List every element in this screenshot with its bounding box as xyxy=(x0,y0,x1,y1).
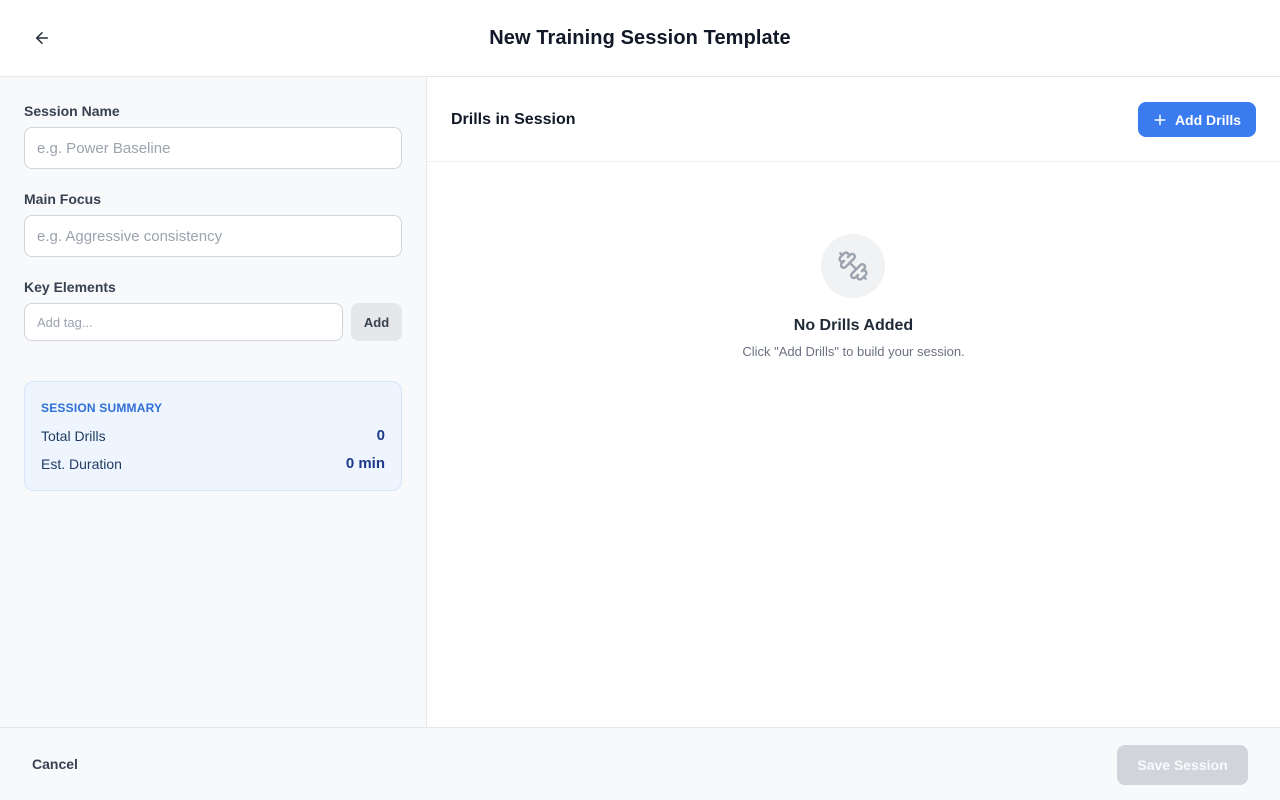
duration-label: Est. Duration xyxy=(41,456,122,472)
total-drills-value: 0 xyxy=(376,427,385,444)
top-header: New Training Session Template xyxy=(0,0,1280,77)
duration-value: 0 min xyxy=(345,455,385,472)
add-tag-button[interactable]: Add xyxy=(351,303,402,341)
summary-title: SESSION SUMMARY xyxy=(41,401,163,415)
cancel-button[interactable]: Cancel xyxy=(32,756,78,772)
drills-section-title: Drills in Session xyxy=(451,111,576,128)
footer-bar: Cancel Save Session xyxy=(0,727,1280,800)
main-focus-input[interactable] xyxy=(24,215,402,257)
session-template-editor: New Training Session Template Session Na… xyxy=(0,0,1280,800)
total-drills-label: Total Drills xyxy=(41,428,106,444)
dumbbell-icon xyxy=(838,251,868,281)
drills-panel-header: Drills in Session Add Drills xyxy=(427,77,1280,162)
add-drills-button[interactable]: Add Drills xyxy=(1138,102,1256,137)
key-elements-label: Key Elements xyxy=(24,279,116,295)
drills-panel: Drills in Session Add Drills No Drills A… xyxy=(427,77,1280,727)
session-details-panel: Session Name Main Focus Key Elements Add… xyxy=(0,77,427,727)
page-title: New Training Session Template xyxy=(489,27,791,49)
save-session-button[interactable]: Save Session xyxy=(1117,745,1248,785)
empty-state-subtitle: Click "Add Drills" to build your session… xyxy=(742,344,965,359)
add-drills-label: Add Drills xyxy=(1174,111,1242,128)
session-name-label: Session Name xyxy=(24,103,120,119)
empty-state-title: No Drills Added xyxy=(793,317,914,334)
tag-input[interactable] xyxy=(24,303,343,341)
plus-icon xyxy=(1154,114,1166,125)
main-focus-label: Main Focus xyxy=(24,191,102,207)
session-summary-card: SESSION SUMMARY Total Drills 0 Est. Dura… xyxy=(24,381,402,491)
empty-state-icon-wrap xyxy=(821,234,885,298)
session-name-input[interactable] xyxy=(24,127,402,169)
